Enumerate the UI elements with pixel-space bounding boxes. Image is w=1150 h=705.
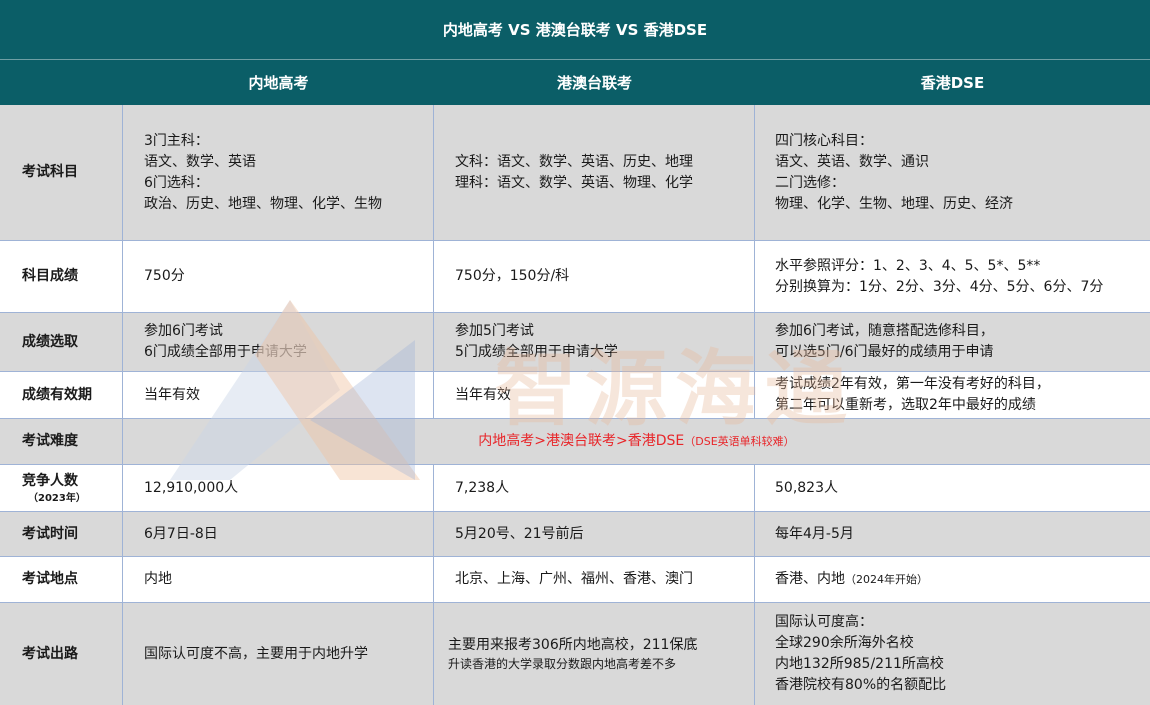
column-header-dse: 香港DSE [920, 74, 985, 92]
row-label: 成绩选取 [0, 313, 123, 371]
cell-dse: 50,823人 [755, 465, 1150, 511]
row-label: 考试难度 [0, 419, 123, 464]
cell-gaokao: 6月7日-8日 [123, 512, 434, 556]
cell-line: 物理、化学、生物、地理、历史、经济 [775, 195, 1013, 212]
row-label: 科目成绩 [0, 241, 123, 312]
column-header-liankao: 港澳台联考 [556, 74, 632, 92]
cell-gaokao: 当年有效 [123, 372, 434, 418]
cell-line: 语文、数学、英语 [144, 153, 256, 170]
row-label: 考试出路 [0, 603, 123, 705]
cell-liankao: 5月20号、21号前后 [434, 512, 755, 556]
row-label: 考试科目 [0, 105, 123, 240]
cell-line: 每年4月-5月 [775, 525, 854, 542]
table-row-subjects: 考试科目 3门主科： 语文、数学、英语 6门选科： 政治、历史、地理、物理、化学… [0, 105, 1150, 241]
cell-line: 文科：语文、数学、英语、历史、地理 [455, 153, 693, 170]
cell-dse: 国际认可度高： 全球290余所海外名校 内地132所985/211所高校 香港院… [755, 603, 1150, 705]
cell-line: 7,238人 [455, 479, 510, 496]
cell-line: 水平参照评分：1、2、3、4、5、5*、5** [775, 257, 1041, 274]
cell-line: 当年有效 [144, 386, 200, 403]
column-header-row: 内地高考 港澳台联考 香港DSE [0, 59, 1150, 105]
cell-line: 四门核心科目： [775, 132, 873, 149]
cell-gaokao: 3门主科： 语文、数学、英语 6门选科： 政治、历史、地理、物理、化学、生物 [123, 105, 434, 240]
table-row-competitors: 竞争人数 （2023年） 12,910,000人 7,238人 50,823人 [0, 465, 1150, 512]
cell-line: 语文、英语、数学、通识 [775, 153, 929, 170]
row-label-text: 竞争人数 [22, 473, 78, 489]
row-label: 竞争人数 （2023年） [0, 465, 123, 511]
cell-line: 750分 [144, 268, 185, 284]
cell-line: 6月7日-8日 [144, 525, 218, 542]
cell-line: 政治、历史、地理、物理、化学、生物 [144, 195, 382, 212]
row-label: 成绩有效期 [0, 372, 123, 418]
cell-line: 北京、上海、广州、福州、香港、澳门 [455, 571, 693, 587]
cell-line: 750分，150分/科 [455, 268, 570, 284]
cell-line: 3门主科： [144, 132, 209, 149]
table-row-time: 考试时间 6月7日-8日 5月20号、21号前后 每年4月-5月 [0, 512, 1150, 557]
row-label: 考试时间 [0, 512, 123, 556]
cell-liankao: 7,238人 [434, 465, 755, 511]
cell-gaokao: 国际认可度不高，主要用于内地升学 [123, 603, 434, 705]
cell-line: 参加6门考试 [144, 323, 223, 339]
cell-liankao: 750分，150分/科 [434, 241, 755, 312]
cell-line: 国际认可度不高，主要用于内地升学 [144, 645, 368, 662]
cell-line: 内地 [144, 571, 172, 587]
cell-dse: 每年4月-5月 [755, 512, 1150, 556]
cell-gaokao: 750分 [123, 241, 434, 312]
cell-dse: 水平参照评分：1、2、3、4、5、5*、5** 分别换算为：1分、2分、3分、4… [755, 241, 1150, 312]
cell-gaokao: 12,910,000人 [123, 465, 434, 511]
cell-line: 50,823人 [775, 479, 838, 496]
watermark-text: 智源海通 [495, 342, 856, 437]
cell-line: 6门成绩全部用于申请大学 [144, 344, 307, 360]
cell-line: 国际认可度高： [775, 614, 873, 630]
cell-line: 主要用来报考306所内地高校，211保底 [448, 637, 698, 653]
row-label-year: （2023年） [28, 493, 86, 504]
table-row-location: 考试地点 内地 北京、上海、广州、福州、香港、澳门 香港、内地 （2024年开始… [0, 557, 1150, 603]
cell-line: 全球290余所海外名校 [775, 635, 914, 651]
cell-line: 6门选科： [144, 174, 209, 191]
cell-line: 12,910,000人 [144, 479, 239, 496]
cell-line: 香港院校有80%的名额配比 [775, 677, 947, 693]
cell-gaokao: 参加6门考试 6门成绩全部用于申请大学 [123, 313, 434, 371]
cell-liankao: 主要用来报考306所内地高校，211保底 升读香港的大学录取分数跟内地高考差不多 [434, 603, 755, 705]
cell-line: 内地132所985/211所高校 [775, 656, 944, 672]
cell-line: 分别换算为：1分、2分、3分、4分、5分、6分、7分 [775, 278, 1104, 295]
table-row-outlook: 考试出路 国际认可度不高，主要用于内地升学 主要用来报考306所内地高校，211… [0, 603, 1150, 705]
cell-line: 二门选修： [775, 174, 845, 191]
cell-dse: 四门核心科目： 语文、英语、数学、通识 二门选修： 物理、化学、生物、地理、历史… [755, 105, 1150, 240]
column-header-gaokao: 内地高考 [248, 74, 309, 92]
cell-line: 5月20号、21号前后 [455, 525, 584, 542]
cell-line: 理科：语文、数学、英语、物理、化学 [455, 174, 693, 191]
cell-line: 香港、内地 [775, 571, 845, 587]
row-label: 考试地点 [0, 557, 123, 602]
cell-gaokao: 内地 [123, 557, 434, 602]
cell-subline: 升读香港的大学录取分数跟内地高考差不多 [448, 657, 677, 671]
cell-dse: 香港、内地 （2024年开始） [755, 557, 1150, 602]
cell-liankao: 文科：语文、数学、英语、历史、地理 理科：语文、数学、英语、物理、化学 [434, 105, 755, 240]
cell-liankao: 北京、上海、广州、福州、香港、澳门 [434, 557, 755, 602]
table-title: 内地高考 VS 港澳台联考 VS 香港DSE [0, 0, 1150, 59]
cell-note: （2024年开始） [845, 573, 928, 586]
table-row-scores: 科目成绩 750分 750分，150分/科 水平参照评分：1、2、3、4、5、5… [0, 241, 1150, 313]
